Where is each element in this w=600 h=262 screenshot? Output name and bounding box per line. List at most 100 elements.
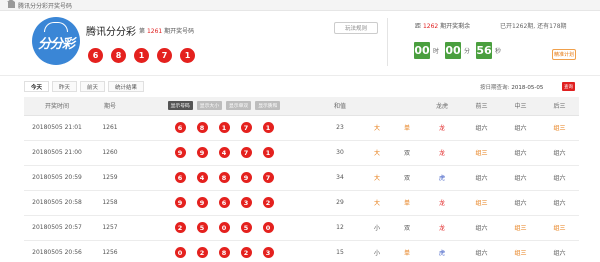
row-issue: 1257	[90, 215, 130, 241]
number-ball: 1	[134, 48, 149, 63]
lottery-name: 腾讯分分彩	[86, 27, 136, 38]
table-row: 20180505 20:57 1257 2 5 0 5 0 12 小双龙组六 组三 组三	[24, 215, 579, 241]
row-time: 20180505 20:56	[24, 240, 90, 262]
number-ball: 0	[218, 222, 230, 233]
col-time: 开奖时间	[24, 97, 90, 116]
draw-stats: 已开1262期, 还有178期	[500, 23, 567, 30]
row-time: 20180505 20:57	[24, 215, 90, 241]
row-dragon-tiger: 龙	[422, 140, 462, 166]
show-size-button[interactable]: 显示大小	[196, 101, 222, 111]
number-ball: 1	[180, 48, 195, 63]
number-ball: 2	[240, 247, 252, 258]
row-numbers: 25050	[130, 215, 318, 241]
row-parity: 双	[392, 140, 422, 166]
tab-day-before[interactable]: 前天	[80, 81, 106, 92]
number-ball: 4	[196, 172, 208, 183]
col-issue: 期号	[90, 97, 130, 116]
number-ball: 0	[174, 247, 186, 258]
rules-button[interactable]: 玩法规则	[334, 22, 378, 34]
row-mid3: 组六	[501, 140, 540, 166]
number-ball: 1	[218, 122, 230, 133]
row-back3: 组六	[540, 140, 579, 166]
number-ball: 3	[240, 197, 252, 208]
row-numbers: 99471	[130, 140, 318, 166]
breadcrumb: 腾讯分分彩开奖号码	[0, 0, 600, 11]
row-time: 20180505 20:59	[24, 165, 90, 191]
plan-button[interactable]: 精准计划	[552, 49, 576, 60]
number-ball: 7	[262, 172, 274, 183]
row-mid3: 组三	[501, 215, 540, 241]
number-ball: 9	[174, 197, 186, 208]
row-front3: 组六	[462, 165, 501, 191]
row-issue: 1256	[90, 240, 130, 262]
row-numbers: 64897	[130, 165, 318, 191]
countdown-seconds: 56	[476, 42, 493, 59]
table-row: 20180505 21:00 1260 9 9 4 7 1 30 大双龙组三 组六 组六	[24, 140, 579, 166]
show-numbers-button[interactable]: 显示号码	[167, 101, 193, 111]
row-time: 20180505 21:00	[24, 140, 90, 166]
row-dragon-tiger: 龙	[422, 215, 462, 241]
row-back3: 组六	[540, 240, 579, 262]
row-front3: 组三	[462, 190, 501, 216]
row-parity: 双	[392, 215, 422, 241]
row-sum: 12	[318, 215, 362, 241]
row-issue: 1258	[90, 190, 130, 216]
row-dragon-tiger: 虎	[422, 165, 462, 191]
tab-yesterday[interactable]: 昨天	[52, 81, 78, 92]
current-numbers: 6 8 1 7 1	[88, 48, 195, 63]
col-mid3: 中三	[501, 97, 540, 116]
number-ball: 2	[262, 197, 274, 208]
query-button[interactable]: 查询	[562, 82, 575, 91]
number-ball: 6	[88, 48, 103, 63]
row-sum: 34	[318, 165, 362, 191]
table-row: 20180505 21:01 1261 6 8 1 7 1 23 大单龙组六 组六 组三	[24, 115, 579, 141]
number-ball: 8	[196, 122, 208, 133]
row-mid3: 组六	[501, 190, 540, 216]
row-mid3: 组六	[501, 115, 540, 141]
row-back3: 组六	[540, 190, 579, 216]
number-ball: 7	[240, 147, 252, 158]
col-size	[362, 97, 392, 116]
col-numbers: 显示号码 显示大小 显示单双 显示质和	[130, 97, 318, 116]
day-tabs: 今天 昨天 前天 统计结果	[24, 81, 147, 92]
lottery-logo: 分分彩	[32, 17, 80, 65]
countdown-label: 距 1262 期开奖剩余	[415, 23, 471, 30]
row-mid3: 组六	[501, 165, 540, 191]
row-parity: 双	[392, 165, 422, 191]
row-front3: 组六	[462, 115, 501, 141]
col-parity	[392, 97, 422, 116]
number-ball: 6	[174, 172, 186, 183]
row-back3: 组三	[540, 115, 579, 141]
show-parity-button[interactable]: 显示单双	[226, 101, 252, 111]
col-sum: 和值	[318, 97, 362, 116]
row-size: 小	[362, 215, 392, 241]
show-prime-button[interactable]: 显示质和	[255, 101, 281, 111]
row-size: 大	[362, 140, 392, 166]
row-parity: 单	[392, 190, 422, 216]
number-ball: 7	[240, 122, 252, 133]
home-icon[interactable]	[7, 0, 15, 8]
number-ball: 9	[174, 147, 186, 158]
breadcrumb-item[interactable]: 腾讯分分彩开奖号码	[18, 1, 72, 10]
row-sum: 30	[318, 140, 362, 166]
countdown-hours: 00	[414, 42, 430, 59]
row-parity: 单	[392, 115, 422, 141]
lottery-panel: 分分彩 腾讯分分彩 第 1261 期开奖号码 玩法规则 6 8 1 7 1 距 …	[24, 14, 579, 70]
number-ball: 8	[218, 172, 230, 183]
row-numbers: 02823	[130, 240, 318, 262]
col-front3: 前三	[462, 97, 501, 116]
tab-today[interactable]: 今天	[24, 81, 50, 92]
row-back3: 组六	[540, 165, 579, 191]
number-ball: 3	[262, 247, 274, 258]
countdown-timer: 00 时 00 分 56 秒	[414, 42, 502, 59]
countdown-minutes: 00	[445, 42, 462, 59]
number-ball: 5	[240, 222, 252, 233]
tab-stats[interactable]: 统计结果	[108, 81, 145, 92]
number-ball: 1	[262, 147, 274, 158]
date-input[interactable]: 2018-05-05	[511, 85, 543, 91]
row-back3: 组三	[540, 215, 579, 241]
row-dragon-tiger: 虎	[422, 240, 462, 262]
date-query: 按日期查询: 2018-05-05	[480, 85, 544, 91]
row-front3: 组六	[462, 240, 501, 262]
row-dragon-tiger: 龙	[422, 115, 462, 141]
